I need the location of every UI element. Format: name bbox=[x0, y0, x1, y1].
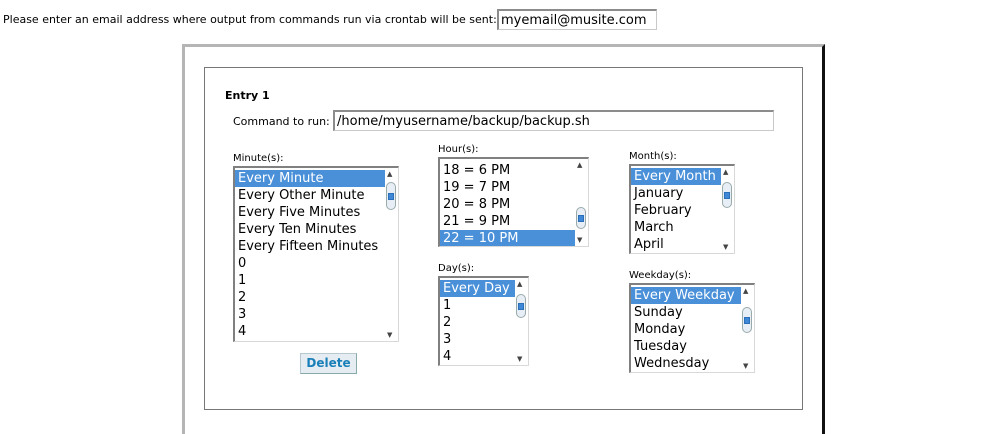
months-list[interactable]: Every Month January February March April ▲ ▼ bbox=[629, 164, 735, 254]
scroll-down-icon[interactable]: ▼ bbox=[723, 243, 728, 251]
scroll-thumb[interactable] bbox=[722, 182, 732, 208]
list-option[interactable]: 1 bbox=[235, 272, 388, 289]
scroll-thumb[interactable] bbox=[742, 307, 752, 333]
list-option[interactable]: 21 = 9 PM bbox=[440, 213, 578, 230]
scroll-thumb[interactable] bbox=[516, 294, 526, 318]
command-label: Command to run: bbox=[233, 115, 330, 128]
minutes-list[interactable]: Every Minute Every Other Minute Every Five… bbox=[233, 166, 399, 342]
list-option[interactable]: 2 bbox=[235, 289, 388, 306]
command-field[interactable] bbox=[333, 110, 774, 131]
list-option[interactable]: Sunday bbox=[631, 304, 744, 321]
list-option[interactable]: Every Fifteen Minutes bbox=[235, 238, 388, 255]
list-option[interactable]: April bbox=[631, 236, 724, 253]
list-option[interactable]: Every Month bbox=[631, 168, 724, 185]
list-option[interactable]: Every Weekday bbox=[631, 287, 744, 304]
months-scrollbar[interactable]: ▲ ▼ bbox=[721, 166, 734, 253]
scroll-up-icon[interactable]: ▲ bbox=[577, 161, 582, 169]
list-option[interactable]: 22 = 10 PM bbox=[440, 230, 578, 246]
list-option[interactable]: 3 bbox=[235, 306, 388, 323]
scroll-down-icon[interactable]: ▼ bbox=[387, 331, 392, 339]
list-option[interactable]: Every Day bbox=[440, 280, 518, 297]
hours-scrollbar[interactable]: ▲ ▼ bbox=[575, 159, 588, 246]
days-label: Day(s): bbox=[438, 263, 475, 274]
scroll-thumb[interactable] bbox=[386, 182, 396, 210]
list-option[interactable]: Wednesday bbox=[631, 355, 744, 372]
scroll-up-icon[interactable]: ▲ bbox=[387, 170, 392, 178]
list-option[interactable]: 4 bbox=[235, 323, 388, 340]
scroll-down-icon[interactable]: ▼ bbox=[577, 236, 582, 244]
minutes-scrollbar[interactable]: ▲ ▼ bbox=[385, 168, 398, 341]
scroll-down-icon[interactable]: ▼ bbox=[517, 355, 522, 363]
list-option[interactable]: Every Five Minutes bbox=[235, 204, 388, 221]
list-option[interactable]: Every Other Minute bbox=[235, 187, 388, 204]
list-option[interactable]: January bbox=[631, 185, 724, 202]
list-option[interactable]: 3 bbox=[440, 331, 518, 348]
entry-title: Entry 1 bbox=[225, 89, 270, 102]
email-field[interactable] bbox=[497, 9, 657, 30]
email-prompt: Please enter an email address where outp… bbox=[3, 13, 497, 26]
days-list[interactable]: Every Day 1 2 3 4 ▲ ▼ bbox=[438, 276, 529, 366]
scroll-up-icon[interactable]: ▲ bbox=[743, 287, 748, 295]
list-option[interactable]: 0 bbox=[235, 255, 388, 272]
scroll-up-icon[interactable]: ▲ bbox=[723, 168, 728, 176]
list-option[interactable]: Every Minute bbox=[235, 170, 388, 187]
list-option[interactable]: 20 = 8 PM bbox=[440, 196, 578, 213]
list-option[interactable]: 1 bbox=[440, 297, 518, 314]
list-option[interactable]: Tuesday bbox=[631, 338, 744, 355]
hours-list[interactable]: 18 = 6 PM 19 = 7 PM 20 = 8 PM 21 = 9 PM 22 =… bbox=[438, 157, 589, 247]
list-option[interactable]: 4 bbox=[440, 348, 518, 365]
list-option[interactable]: Every Ten Minutes bbox=[235, 221, 388, 238]
scroll-up-icon[interactable]: ▲ bbox=[517, 280, 522, 288]
scroll-down-icon[interactable]: ▼ bbox=[743, 362, 748, 370]
months-label: Month(s): bbox=[629, 151, 677, 162]
list-option[interactable]: 2 bbox=[440, 314, 518, 331]
list-option[interactable]: Monday bbox=[631, 321, 744, 338]
delete-button[interactable]: Delete bbox=[300, 353, 357, 374]
weekdays-label: Weekday(s): bbox=[629, 270, 692, 281]
minutes-label: Minute(s): bbox=[233, 153, 284, 164]
list-option[interactable]: 18 = 6 PM bbox=[440, 162, 578, 179]
scroll-thumb[interactable] bbox=[576, 207, 586, 229]
hours-label: Hour(s): bbox=[438, 144, 479, 155]
list-option[interactable]: 19 = 7 PM bbox=[440, 179, 578, 196]
weekdays-list[interactable]: Every Weekday Sunday Monday Tuesday Wednesda… bbox=[629, 283, 755, 373]
list-option[interactable]: March bbox=[631, 219, 724, 236]
list-option[interactable]: February bbox=[631, 202, 724, 219]
days-scrollbar[interactable]: ▲ ▼ bbox=[515, 278, 528, 365]
weekdays-scrollbar[interactable]: ▲ ▼ bbox=[741, 285, 754, 372]
